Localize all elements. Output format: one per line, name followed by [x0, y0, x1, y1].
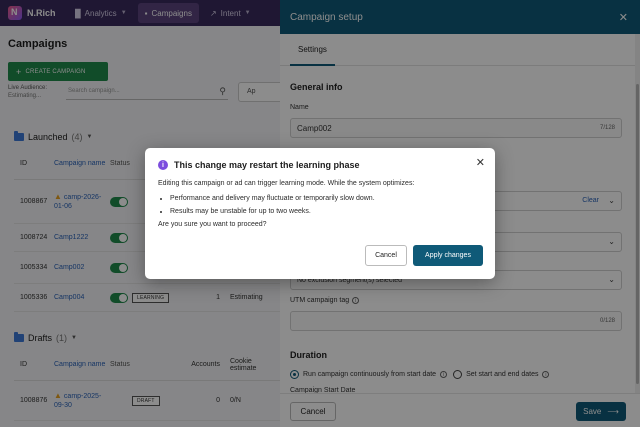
dialog-intro: Editing this campaign or ad can trigger … — [158, 180, 415, 187]
confirm-dialog: i This change may restart the learning p… — [145, 148, 495, 279]
info-icon: i — [158, 160, 168, 170]
apply-changes-button[interactable]: Apply changes — [413, 245, 483, 266]
dialog-bullets: Performance and delivery may fluctuate o… — [170, 194, 483, 217]
dialog-bullet: Performance and delivery may fluctuate o… — [170, 194, 483, 204]
close-icon[interactable]: ✕ — [476, 156, 485, 169]
dialog-title-text: This change may restart the learning pha… — [174, 160, 360, 170]
dialog-title: i This change may restart the learning p… — [158, 160, 360, 170]
dialog-bullet: Results may be unstable for up to two we… — [170, 207, 483, 217]
dialog-body: Editing this campaign or ad can trigger … — [158, 179, 483, 230]
dialog-question: Are you sure you want to proceed? — [158, 221, 267, 228]
cancel-button[interactable]: Cancel — [365, 245, 407, 266]
